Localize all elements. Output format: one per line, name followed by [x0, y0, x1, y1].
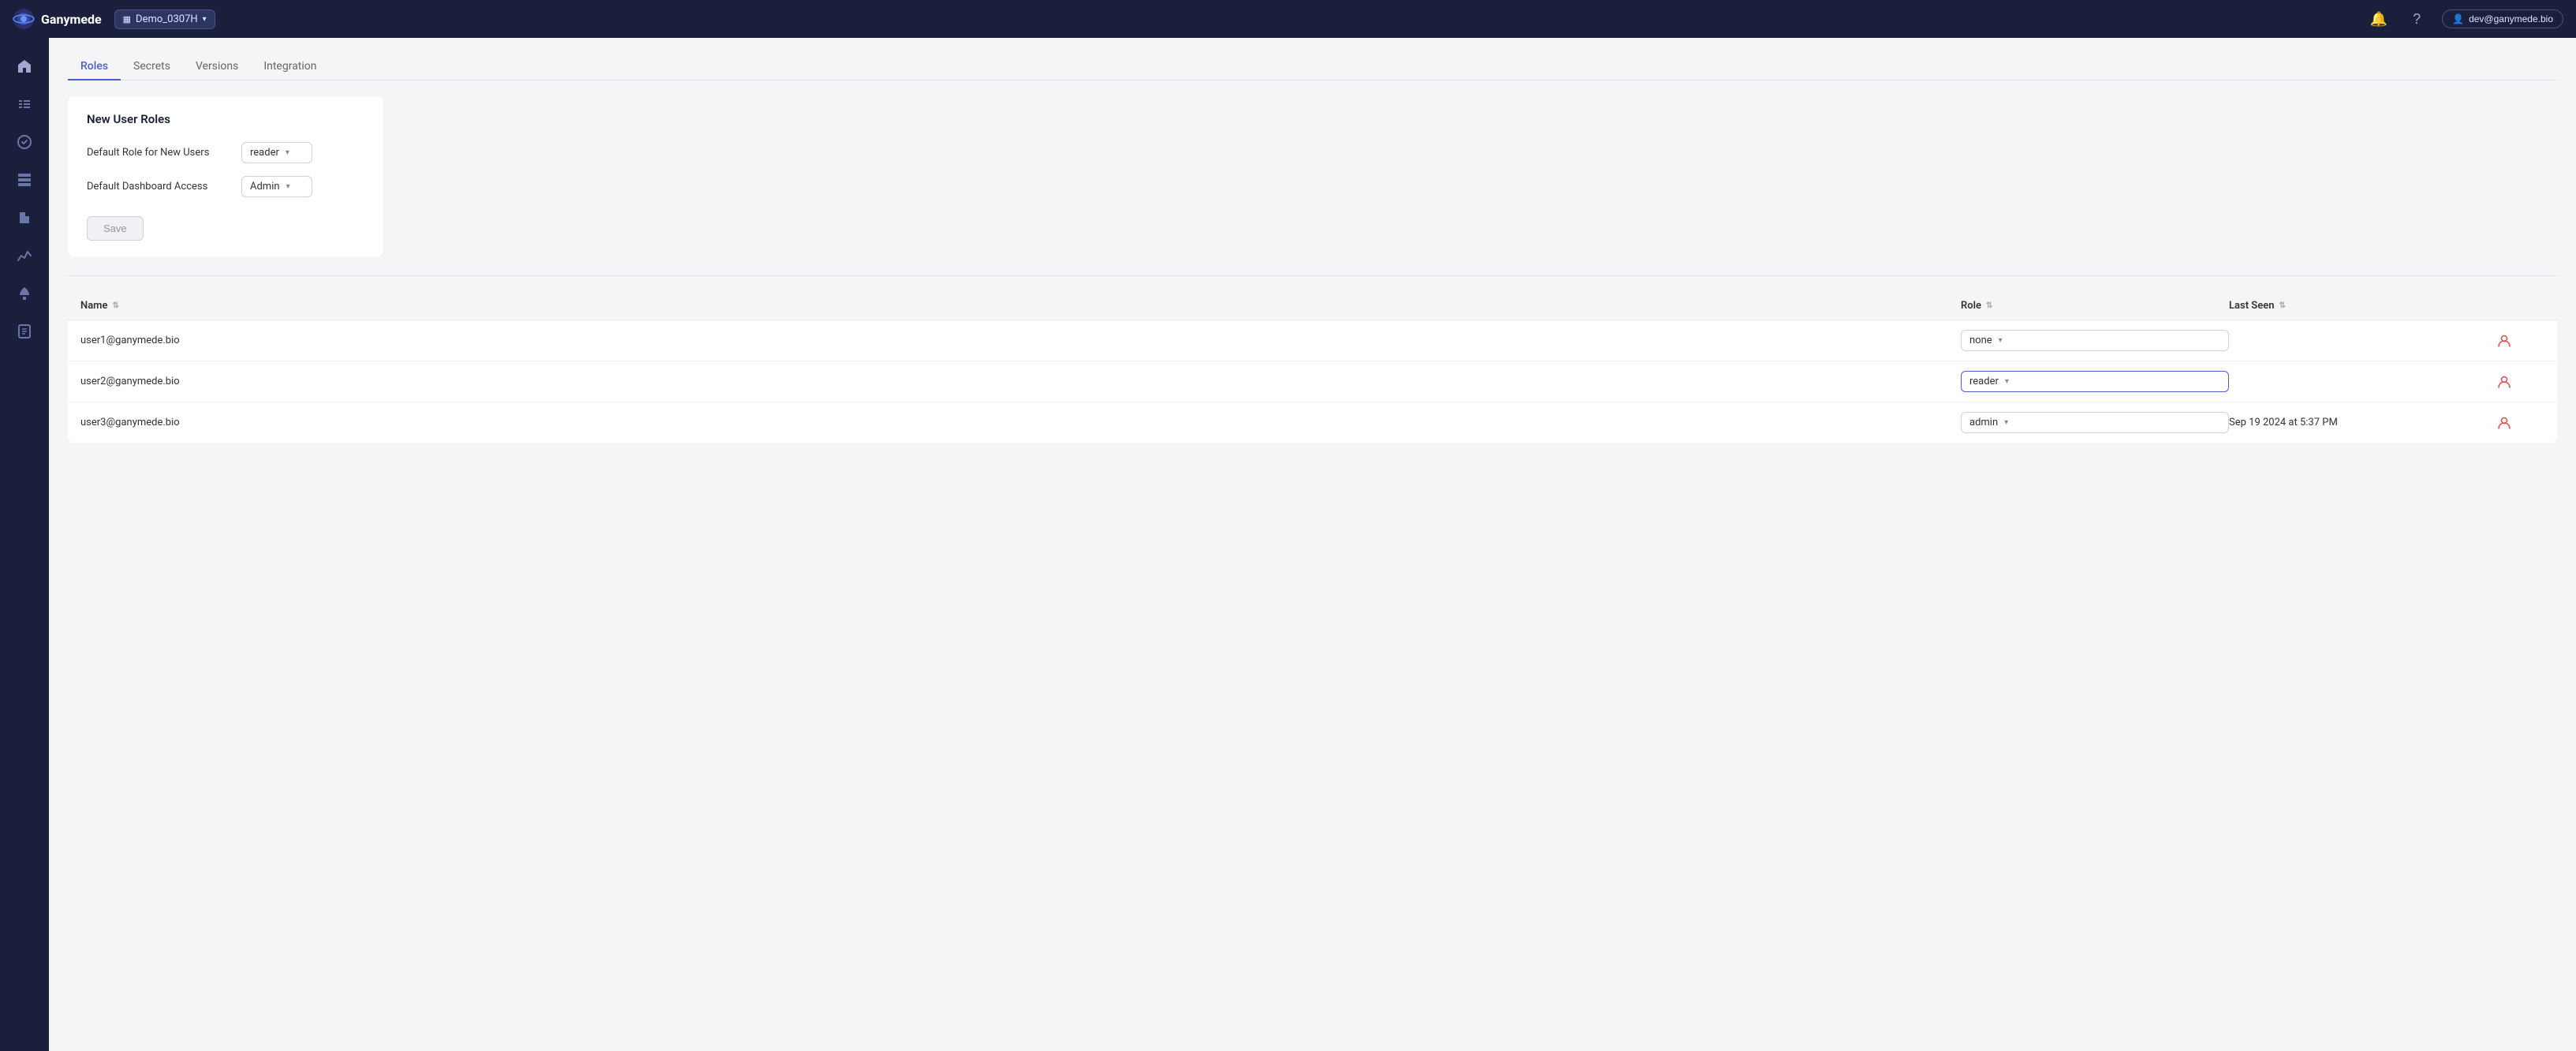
sidebar-item-table[interactable] — [9, 164, 40, 196]
user-role-select-3[interactable]: admin ▾ — [1961, 412, 2229, 433]
column-actions — [2497, 300, 2544, 312]
user-name-cell: user3@ganymede.bio — [80, 417, 1961, 428]
remove-user-button-3[interactable] — [2497, 416, 2511, 430]
user-role-select-2[interactable]: reader ▾ — [1961, 371, 2229, 392]
sidebar-item-home[interactable] — [9, 50, 40, 82]
default-role-select[interactable]: reader ▾ — [241, 142, 312, 163]
user-role-cell: admin ▾ — [1961, 412, 2229, 433]
role-chevron-3: ▾ — [2004, 418, 2008, 427]
default-role-chevron: ▾ — [286, 148, 289, 157]
user-name-cell: user2@ganymede.bio — [80, 376, 1961, 387]
table-row: user1@ganymede.bio none ▾ — [68, 320, 2557, 361]
section-divider — [68, 275, 2557, 276]
workspace-selector[interactable]: ▦ Demo_0307H ▾ — [114, 9, 215, 29]
last-seen-sort-icon[interactable]: ⇅ — [2279, 301, 2285, 310]
table-header: Name ⇅ Role ⇅ Last Seen ⇅ — [68, 292, 2557, 320]
default-role-value: reader — [250, 147, 279, 159]
users-table: Name ⇅ Role ⇅ Last Seen ⇅ user1@ganymede… — [68, 292, 2557, 443]
remove-user-button-2[interactable] — [2497, 375, 2511, 389]
sidebar-item-pipeline[interactable] — [9, 88, 40, 120]
sidebar-item-deploy[interactable] — [9, 278, 40, 309]
user-email: dev@ganymede.bio — [2469, 13, 2553, 24]
sidebar-item-analytics[interactable] — [9, 240, 40, 271]
workspace-label: Demo_0307H — [136, 13, 198, 25]
save-button[interactable]: Save — [87, 216, 144, 241]
tab-roles[interactable]: Roles — [68, 54, 121, 80]
user-actions-cell — [2497, 375, 2544, 389]
sidebar — [0, 38, 49, 1051]
logo-text: Ganymede — [41, 12, 102, 27]
user-menu-button[interactable]: 👤 dev@ganymede.bio — [2442, 9, 2563, 28]
user-name-cell: user1@ganymede.bio — [80, 335, 1961, 346]
header-icons: 🔔 ? 👤 dev@ganymede.bio — [2366, 6, 2563, 32]
default-role-label: Default Role for New Users — [87, 147, 229, 159]
content-area: Roles Secrets Versions Integration New U… — [49, 38, 2576, 1051]
new-user-roles-card: New User Roles Default Role for New User… — [68, 96, 383, 256]
column-name: Name ⇅ — [80, 300, 1961, 312]
user-actions-cell — [2497, 334, 2544, 348]
user-actions-cell — [2497, 416, 2544, 430]
app-header: Ganymede ▦ Demo_0307H ▾ 🔔 ? 👤 dev@ganyme… — [0, 0, 2576, 38]
default-dashboard-label: Default Dashboard Access — [87, 181, 229, 193]
sidebar-item-tasks[interactable] — [9, 126, 40, 158]
tab-integration[interactable]: Integration — [251, 54, 329, 80]
help-button[interactable]: ? — [2404, 6, 2429, 32]
tab-secrets[interactable]: Secrets — [121, 54, 183, 80]
user-role-cell: none ▾ — [1961, 330, 2229, 351]
workspace-chevron: ▾ — [203, 15, 207, 24]
default-role-row: Default Role for New Users reader ▾ — [87, 142, 364, 163]
default-dashboard-chevron: ▾ — [286, 182, 290, 191]
name-sort-icon[interactable]: ⇅ — [112, 301, 118, 310]
main-layout: Roles Secrets Versions Integration New U… — [0, 38, 2576, 1051]
role-chevron-2: ▾ — [2005, 377, 2009, 386]
column-last-seen: Last Seen ⇅ — [2229, 300, 2497, 312]
card-title: New User Roles — [87, 112, 364, 126]
user-icon: 👤 — [2452, 13, 2464, 24]
table-row: user2@ganymede.bio reader ▾ — [68, 361, 2557, 402]
table-row: user3@ganymede.bio admin ▾ Sep 19 2024 a… — [68, 402, 2557, 443]
default-dashboard-select[interactable]: Admin ▾ — [241, 176, 312, 197]
logo-icon — [13, 8, 35, 30]
user-role-select-1[interactable]: none ▾ — [1961, 330, 2229, 351]
user-last-seen-cell: Sep 19 2024 at 5:37 PM — [2229, 417, 2497, 428]
column-role: Role ⇅ — [1961, 300, 2229, 312]
sidebar-item-reports[interactable] — [9, 316, 40, 347]
tab-versions[interactable]: Versions — [183, 54, 251, 80]
logo: Ganymede — [13, 8, 102, 30]
user-role-cell: reader ▾ — [1961, 371, 2229, 392]
default-dashboard-row: Default Dashboard Access Admin ▾ — [87, 176, 364, 197]
role-chevron-1: ▾ — [1999, 336, 2003, 345]
tabs-container: Roles Secrets Versions Integration — [68, 54, 2557, 80]
default-dashboard-value: Admin — [250, 181, 280, 193]
role-sort-icon[interactable]: ⇅ — [1986, 301, 1992, 310]
remove-user-button-1[interactable] — [2497, 334, 2511, 348]
sidebar-item-files[interactable] — [9, 202, 40, 234]
notifications-button[interactable]: 🔔 — [2366, 6, 2391, 32]
